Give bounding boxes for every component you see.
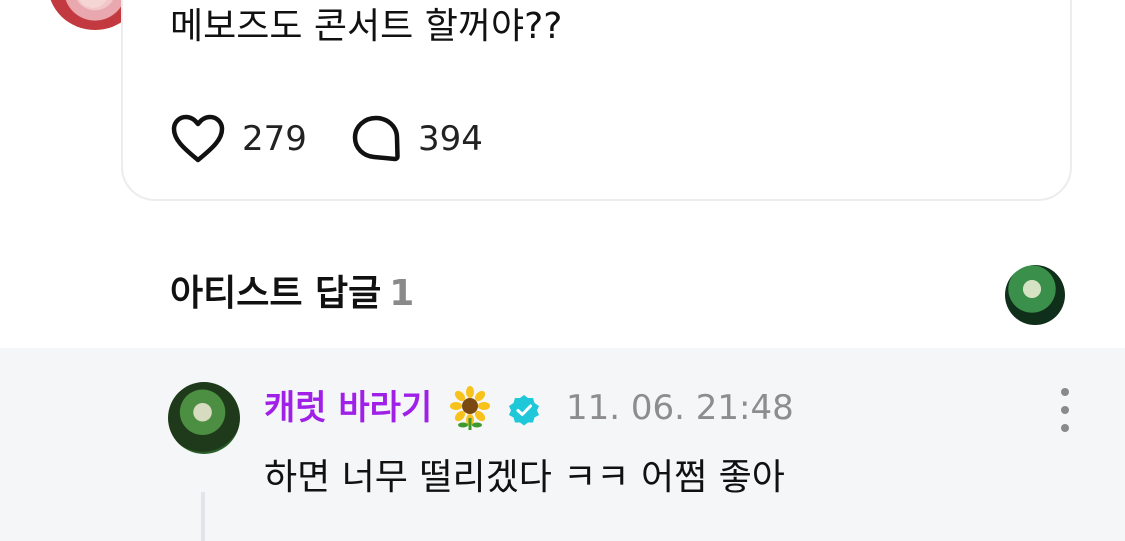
thread-line [201,492,205,541]
reply-author-avatar[interactable] [168,382,240,454]
more-dot [1061,406,1069,414]
like-button[interactable]: 279 [170,112,307,166]
likes-count: 279 [242,119,307,159]
avatar-face [76,0,110,8]
artist-replies-heading: 아티스트 답글 1 [170,268,414,320]
more-dot [1061,388,1069,396]
sunflower-emoji [450,386,490,430]
more-vertical-icon[interactable] [1054,388,1076,432]
artist-avatar[interactable] [1005,265,1065,325]
reply-author-name[interactable]: 캐럿 바라기 [264,384,432,432]
artist-reply-container [0,348,1125,541]
post-body-text: 메보즈도 콘서트 할꺼야?? [170,6,563,47]
comments-count: 394 [418,119,483,159]
reply-timestamp: 11. 06. 21:48 [566,388,794,428]
heart-icon [171,114,225,163]
section-title-text: 아티스트 답글 [170,273,382,314]
comment-bubble-icon [352,115,400,162]
more-dot [1061,424,1069,432]
reply-body-text: 하면 너무 떨리겠다 ㅋㅋ 어쩜 좋아 [264,457,785,498]
post-detail-page: 메보즈도 콘서트 할꺼야?? 279 394 아티스트 답글1 캐럿 바라기 [0,0,1125,541]
comment-button[interactable]: 394 [350,112,483,166]
artist-replies-count: 1 [389,273,415,314]
verified-badge-icon [509,395,539,426]
